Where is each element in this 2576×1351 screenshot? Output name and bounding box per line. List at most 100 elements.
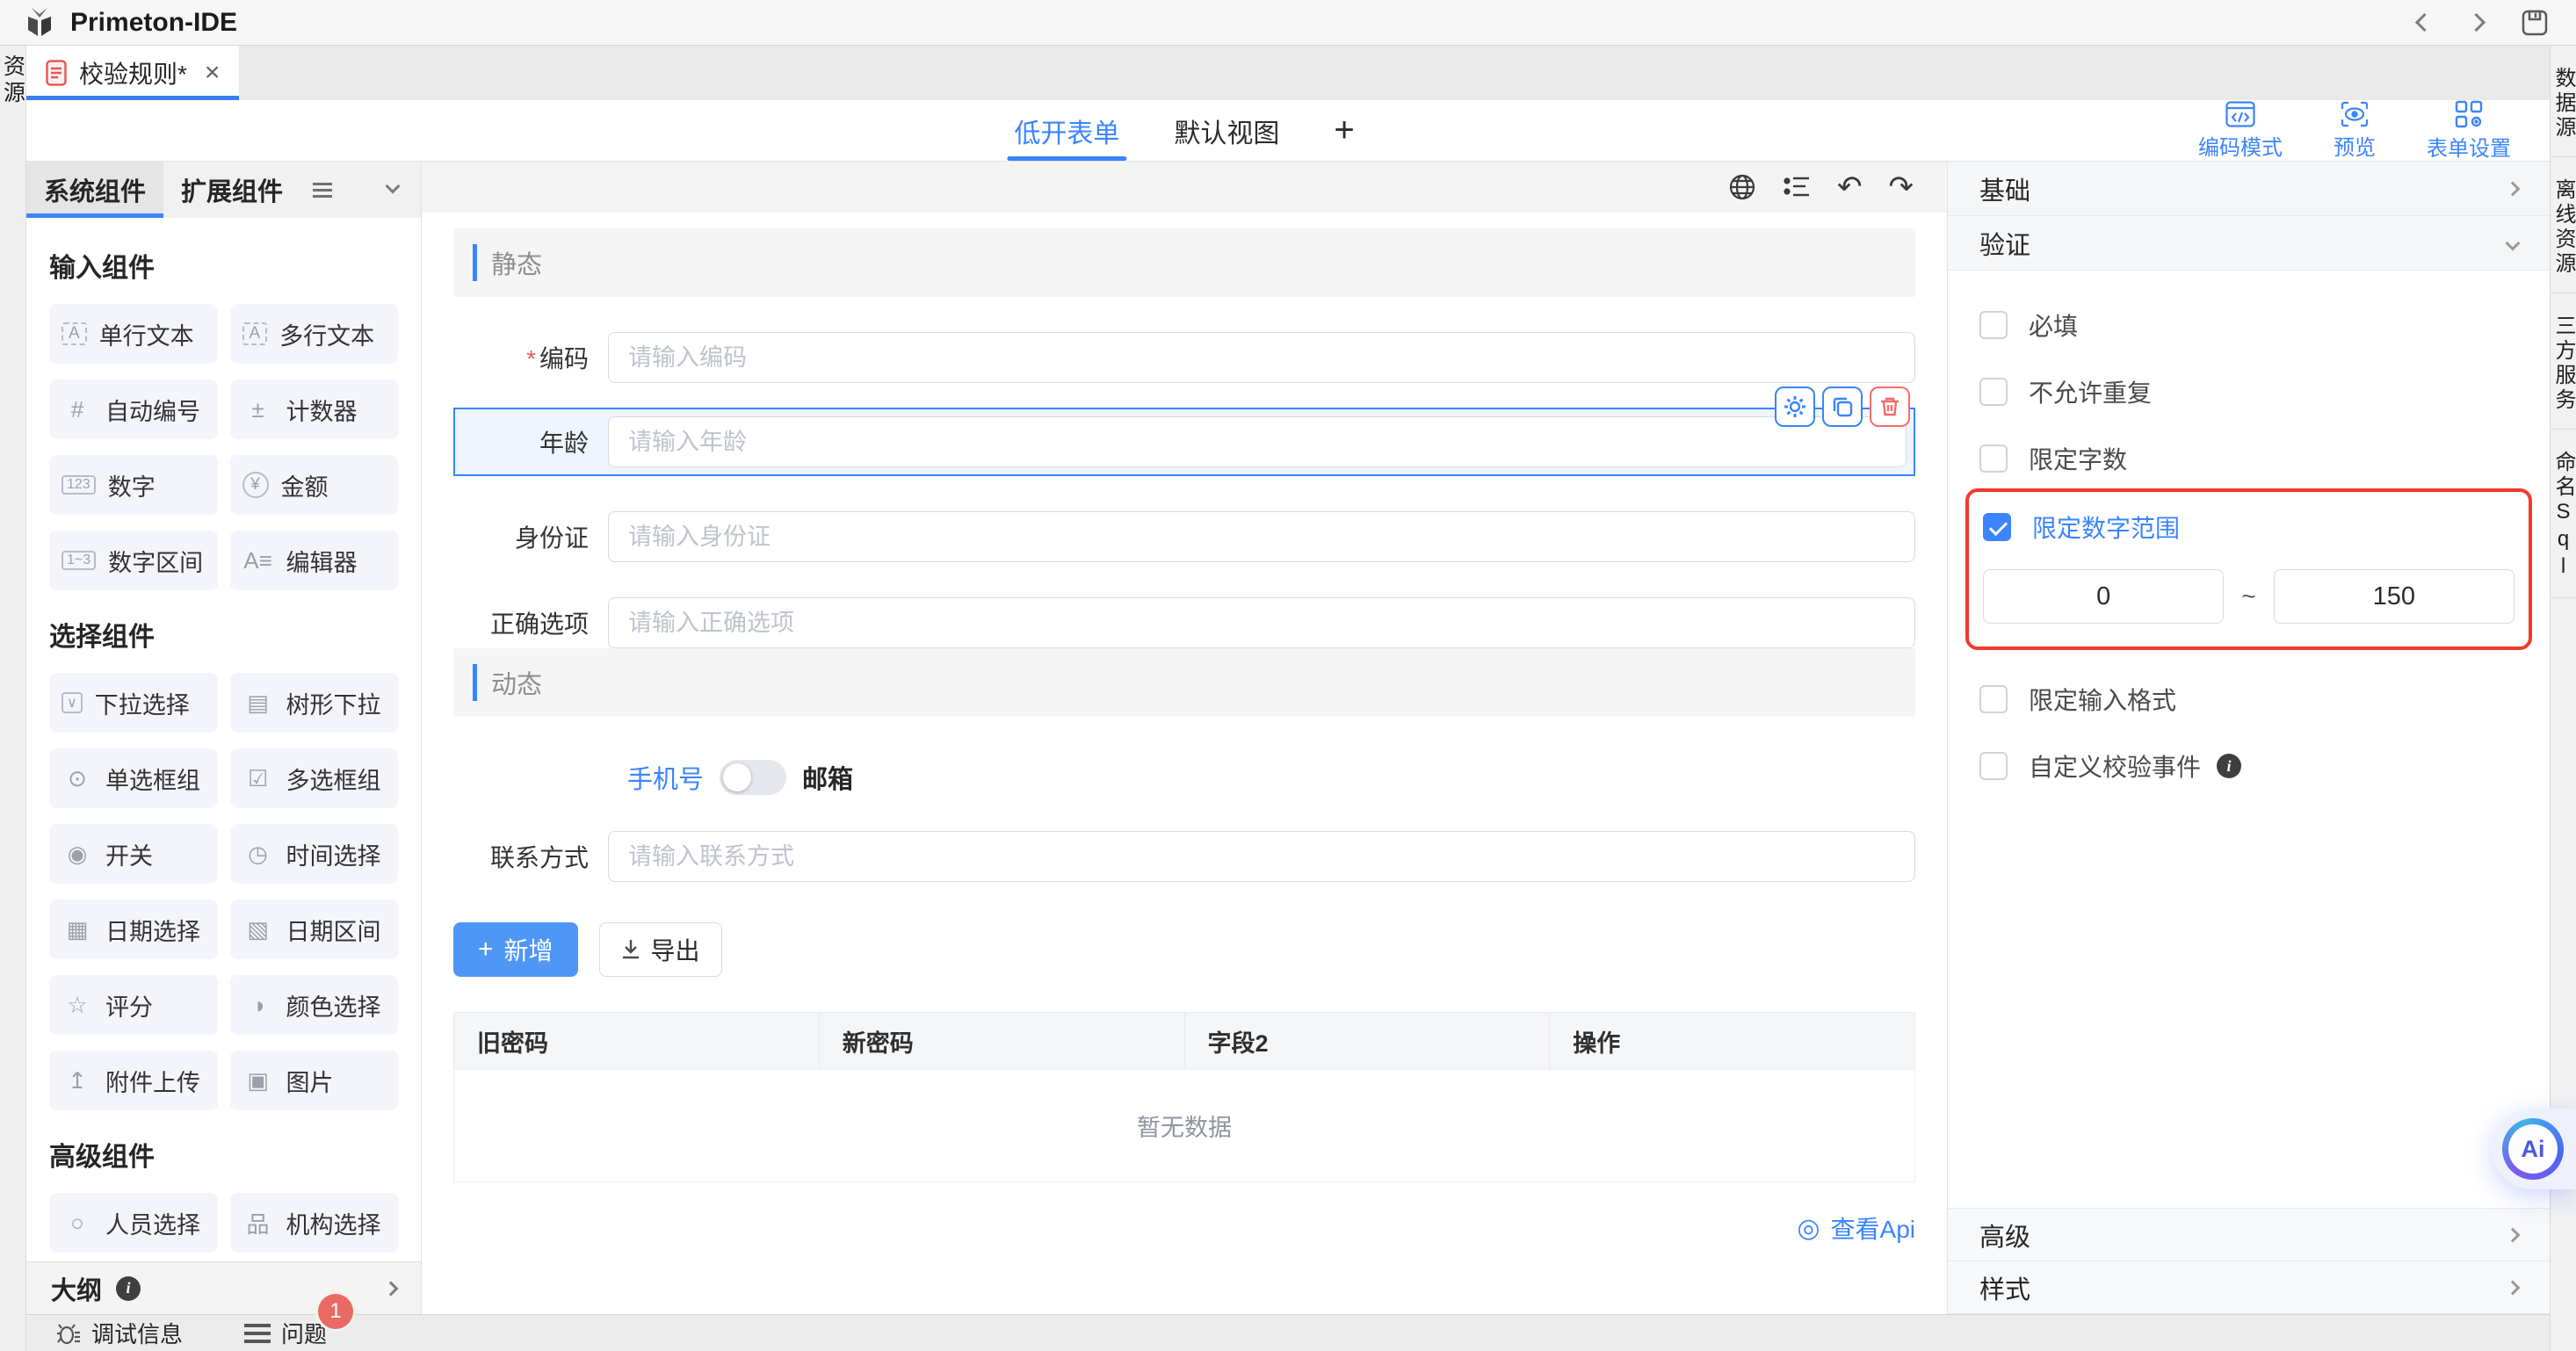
field-row-contact[interactable]: 联系方式 xyxy=(453,831,1915,882)
custom-validation-info-icon[interactable]: i xyxy=(2217,754,2241,778)
component-card-org-select[interactable]: 品机构选择 xyxy=(230,1193,399,1253)
component-card-multi-text[interactable]: A多行文本 xyxy=(230,304,399,364)
outline-tree-icon[interactable] xyxy=(1783,174,1811,200)
option-no-duplicate[interactable]: 不允许重复 xyxy=(1979,374,2518,409)
component-card-select[interactable]: ∨下拉选择 xyxy=(49,673,218,733)
limit-length-checkbox[interactable] xyxy=(1979,444,2008,473)
component-card-checkbox-group[interactable]: ☑多选框组 xyxy=(230,748,399,808)
doc-tab-validation-rules[interactable]: 校验规则* × xyxy=(26,46,239,100)
doc-tab-close-icon[interactable]: × xyxy=(205,58,221,88)
option-custom-validation[interactable]: 自定义校验事件 i xyxy=(1979,748,2518,784)
group-advanced[interactable]: 高级 xyxy=(1948,1209,2550,1261)
rail-item-offline-resources[interactable]: 离线资源 xyxy=(2551,157,2576,293)
outline-footer[interactable]: 大纲 i xyxy=(26,1261,421,1314)
add-view-button[interactable]: + xyxy=(1334,100,1354,161)
age-input[interactable] xyxy=(608,416,1907,467)
view-api-link[interactable]: ◎ 查看Api xyxy=(1797,1210,1915,1246)
component-card-tree-select[interactable]: ▤树形下拉 xyxy=(230,673,399,733)
component-card-single-text[interactable]: A单行文本 xyxy=(49,304,218,364)
component-list-view-icon[interactable] xyxy=(313,183,332,198)
outline-info-icon[interactable]: i xyxy=(116,1276,141,1301)
component-card-date-picker[interactable]: ▦日期选择 xyxy=(49,899,218,959)
preview-button[interactable]: 预览 xyxy=(2334,101,2376,161)
collapse-panel-icon[interactable] xyxy=(386,179,401,194)
code-mode-button[interactable]: 编码模式 xyxy=(2198,101,2283,161)
field-row-code[interactable]: *编码 xyxy=(453,332,1915,383)
range-min-input[interactable] xyxy=(1983,569,2224,624)
required-checkbox[interactable] xyxy=(1979,311,2008,339)
static-section-band[interactable]: 静态 xyxy=(453,228,1915,297)
no-duplicate-checkbox[interactable] xyxy=(1979,378,2008,406)
undo-icon[interactable]: ↶ xyxy=(1837,172,1863,202)
canvas-toolbar: ↶ ↷ xyxy=(422,162,1947,213)
limit-number-range-checkbox[interactable] xyxy=(1983,513,2011,541)
id-card-input[interactable] xyxy=(608,511,1915,562)
component-card-amount[interactable]: ¥金额 xyxy=(230,455,399,515)
field-settings-button[interactable] xyxy=(1775,387,1815,427)
toggle-email-label[interactable]: 邮箱 xyxy=(802,759,853,796)
component-card-rating[interactable]: ☆评分 xyxy=(49,975,218,1035)
component-card-user-select[interactable]: ○人员选择 xyxy=(49,1193,218,1253)
group-style[interactable]: 样式 xyxy=(1948,1261,2550,1314)
limit-format-checkbox[interactable] xyxy=(1979,685,2008,713)
field-copy-button[interactable] xyxy=(1822,387,1863,427)
date-picker-icon: ▦ xyxy=(62,916,93,943)
component-card-color-picker[interactable]: ◑颜色选择 xyxy=(230,975,399,1035)
dynamic-section-band[interactable]: 动态 xyxy=(453,648,1915,717)
component-card-switch[interactable]: ◉开关 xyxy=(49,824,218,884)
component-card-upload[interactable]: ↥附件上传 xyxy=(49,1051,218,1110)
contact-input[interactable] xyxy=(608,831,1915,882)
tab-lowcode-form[interactable]: 低开表单 xyxy=(1014,100,1119,161)
contact-type-switch[interactable] xyxy=(720,760,786,795)
add-row-button[interactable]: + 新增 xyxy=(453,922,578,977)
problems-item[interactable]: 问题 1 xyxy=(244,1317,327,1349)
column-header-actions[interactable]: 操作 xyxy=(1550,1013,1914,1069)
i18n-globe-icon[interactable] xyxy=(1728,173,1756,201)
form-settings-button[interactable]: 表单设置 xyxy=(2427,100,2511,162)
field-row-age-selected[interactable]: 年龄 xyxy=(453,408,1915,476)
group-basic[interactable]: 基础 xyxy=(1948,162,2550,216)
left-rail-resources[interactable]: 资源 xyxy=(0,54,29,1351)
component-card-date-range[interactable]: ▧日期区间 xyxy=(230,899,399,959)
nav-back-icon[interactable] xyxy=(2415,13,2434,32)
field-row-id-card[interactable]: 身份证 xyxy=(453,511,1915,562)
component-card-time-picker[interactable]: ◷时间选择 xyxy=(230,824,399,884)
nav-forward-icon[interactable] xyxy=(2467,13,2486,32)
option-limit-length[interactable]: 限定字数 xyxy=(1979,441,2518,476)
single-text-icon: A xyxy=(62,322,87,345)
tab-extension-components[interactable]: 扩展组件 xyxy=(163,162,300,218)
component-card-auto-number[interactable]: #自动编号 xyxy=(49,379,218,439)
outline-expand-icon[interactable] xyxy=(384,1281,399,1296)
rail-item-third-party-services[interactable]: 三方服务 xyxy=(2551,293,2576,430)
redo-icon[interactable]: ↷ xyxy=(1889,172,1914,202)
column-header-field2[interactable]: 字段2 xyxy=(1185,1013,1551,1069)
rail-item-named-sql[interactable]: 命名Sql xyxy=(2551,430,2576,598)
option-required[interactable]: 必填 xyxy=(1979,307,2518,343)
column-header-old-password[interactable]: 旧密码 xyxy=(454,1013,820,1069)
custom-validation-checkbox[interactable] xyxy=(1979,752,2008,780)
toggle-phone-label[interactable]: 手机号 xyxy=(627,759,704,796)
rail-item-datasource[interactable]: 数据源 xyxy=(2551,46,2576,157)
ai-assistant-button[interactable]: Ai xyxy=(2492,1109,2576,1189)
option-limit-number-range[interactable]: 限定数字范围 xyxy=(1983,509,2514,545)
component-card-editor[interactable]: A≡编辑器 xyxy=(230,531,399,590)
component-card-image[interactable]: ▣图片 xyxy=(230,1051,399,1110)
component-card-radio-group[interactable]: ⊙单选框组 xyxy=(49,748,218,808)
option-limit-format[interactable]: 限定输入格式 xyxy=(1979,682,2518,717)
export-button[interactable]: 导出 xyxy=(599,922,722,977)
field-delete-button[interactable] xyxy=(1870,387,1910,427)
correct-option-input[interactable] xyxy=(608,597,1915,648)
component-card-counter[interactable]: ±计数器 xyxy=(230,379,399,439)
tab-default-view[interactable]: 默认视图 xyxy=(1174,100,1279,161)
column-header-new-password[interactable]: 新密码 xyxy=(820,1013,1185,1069)
group-validation[interactable]: 验证 xyxy=(1948,216,2550,271)
code-input[interactable] xyxy=(608,332,1915,383)
chevron-right-icon xyxy=(2506,1227,2521,1242)
save-icon[interactable] xyxy=(2522,10,2548,36)
tab-system-components[interactable]: 系统组件 xyxy=(26,162,163,218)
field-row-correct-option[interactable]: 正确选项 xyxy=(453,597,1915,648)
debug-info-item[interactable]: 调试信息 xyxy=(56,1317,183,1349)
component-card-number[interactable]: 123数字 xyxy=(49,455,218,515)
component-card-number-range[interactable]: 1~3数字区间 xyxy=(49,531,218,590)
range-max-input[interactable] xyxy=(2274,569,2514,624)
